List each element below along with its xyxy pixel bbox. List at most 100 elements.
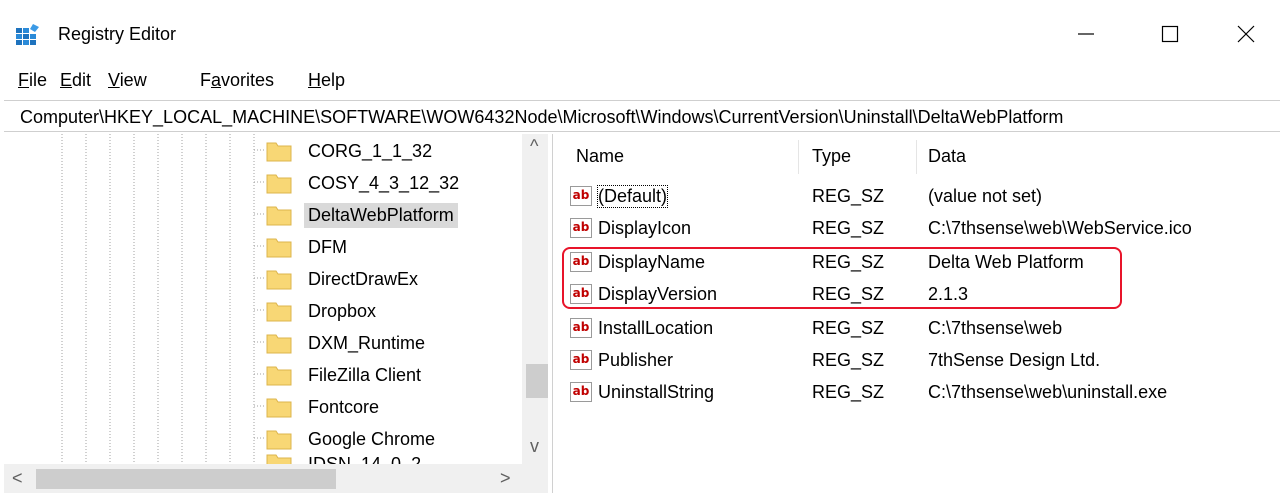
menu-edit-accel: E <box>60 70 73 90</box>
tree-item-label: COSY_4_3_12_32 <box>308 172 460 193</box>
value-row[interactable]: ab DisplayIcon REG_SZ C:\7thsense\web\We… <box>560 214 1284 244</box>
tree-item[interactable]: Google Chrome <box>266 424 439 454</box>
menu-bar: File Edit View Favorites Help <box>0 64 1284 98</box>
menu-help-accel: H <box>308 70 321 90</box>
menu-help-label: elp <box>321 70 346 90</box>
folder-icon <box>266 270 292 290</box>
tree-item[interactable]: FileZilla Client <box>266 360 425 390</box>
column-divider[interactable] <box>798 140 799 174</box>
value-name: UninstallString <box>598 382 715 402</box>
string-value-icon: ab <box>570 218 592 238</box>
tree-item-label: Google Chrome <box>308 428 436 449</box>
value-data: C:\7thsense\web\uninstall.exe <box>928 382 1168 402</box>
tree-item-label: FileZilla Client <box>308 364 422 385</box>
scroll-right-icon[interactable]: > <box>500 468 511 489</box>
string-value-icon: ab <box>570 318 592 338</box>
address-bar[interactable]: Computer\HKEY_LOCAL_MACHINE\SOFTWARE\WOW… <box>4 100 1280 132</box>
menu-help[interactable]: Help <box>308 70 345 91</box>
value-data: C:\7thsense\web\WebService.ico <box>928 218 1192 238</box>
string-value-icon: ab <box>570 350 592 370</box>
value-data: (value not set) <box>928 186 1043 206</box>
scroll-down-icon[interactable]: v <box>530 436 539 457</box>
value-name: InstallLocation <box>598 318 714 338</box>
scroll-left-icon[interactable]: < <box>12 468 23 489</box>
folder-icon <box>266 302 292 322</box>
tree-item[interactable]: CORG_1_1_32 <box>266 136 436 166</box>
scroll-thumb[interactable] <box>526 364 548 398</box>
scroll-up-icon[interactable]: ^ <box>530 136 538 157</box>
folder-icon <box>266 142 292 162</box>
folder-icon <box>266 206 292 226</box>
value-name: Publisher <box>598 350 674 370</box>
tree-item-label: DXM_Runtime <box>308 332 426 353</box>
close-icon <box>1237 25 1255 43</box>
tree-item-label: DirectDrawEx <box>308 268 419 289</box>
menu-favorites-pre: F <box>200 70 211 90</box>
tree-item-selected[interactable]: DeltaWebPlatform <box>266 200 458 230</box>
menu-view-label: iew <box>119 70 147 90</box>
window-title: Registry Editor <box>58 24 177 44</box>
registry-editor-window: Registry Editor File Edit View Favorites… <box>0 0 1284 493</box>
column-header-data[interactable]: Data <box>928 146 966 167</box>
folder-icon <box>266 334 292 354</box>
menu-favorites-accel: a <box>211 70 222 90</box>
value-type: REG_SZ <box>812 350 885 370</box>
value-name: (Default) <box>596 185 669 208</box>
maximize-button[interactable] <box>1142 8 1198 60</box>
value-row[interactable]: ab Publisher REG_SZ 7thSense Design Ltd. <box>560 346 1284 376</box>
string-value-icon: ab <box>570 186 592 206</box>
minimize-button[interactable] <box>1058 8 1114 60</box>
tree-item[interactable]: Fontcore <box>266 392 383 422</box>
tree-item-label: Fontcore <box>308 396 380 417</box>
menu-edit[interactable]: Edit <box>60 70 91 91</box>
menu-view[interactable]: View <box>108 70 147 91</box>
value-type: REG_SZ <box>812 318 885 338</box>
menu-file-label: ile <box>29 70 48 90</box>
key-tree-pane[interactable]: CORG_1_1_32 COSY_4_3_12_32 DeltaWebPlatf… <box>4 134 548 493</box>
tree-item-label: DeltaWebPlatform <box>304 202 458 228</box>
string-value-icon: ab <box>570 382 592 402</box>
column-header-name[interactable]: Name <box>576 146 624 167</box>
value-type: REG_SZ <box>812 382 885 402</box>
address-path[interactable]: Computer\HKEY_LOCAL_MACHINE\SOFTWARE\WOW… <box>20 107 1063 128</box>
folder-icon <box>266 238 292 258</box>
menu-favorites-label: vorites <box>221 70 275 90</box>
value-name: DisplayIcon <box>598 218 692 238</box>
close-button[interactable] <box>1218 8 1274 60</box>
menu-view-accel: V <box>108 70 120 90</box>
tree-item-label: DFM <box>308 236 347 257</box>
folder-icon <box>266 366 292 386</box>
tree-guide-lines <box>61 134 264 464</box>
folder-icon <box>266 174 292 194</box>
tree-item[interactable]: DXM_Runtime <box>266 328 429 358</box>
value-row[interactable]: ab InstallLocation REG_SZ C:\7thsense\we… <box>560 314 1284 344</box>
tree-item-label: CORG_1_1_32 <box>308 140 433 161</box>
value-data: C:\7thsense\web <box>928 318 1063 338</box>
value-data: 7thSense Design Ltd. <box>928 350 1101 370</box>
minimize-icon <box>1078 33 1094 35</box>
tree-item[interactable]: Dropbox <box>266 296 380 326</box>
tree-item[interactable]: DFM <box>266 232 351 262</box>
menu-file-accel: F <box>18 70 29 90</box>
tree-horizontal-scrollbar[interactable]: < > <box>4 464 522 493</box>
scroll-corner <box>522 464 548 493</box>
tree-item[interactable]: COSY_4_3_12_32 <box>266 168 463 198</box>
scroll-thumb[interactable] <box>36 469 336 489</box>
menu-edit-label: dit <box>72 70 92 90</box>
title-bar[interactable]: Registry Editor <box>0 0 1284 64</box>
maximize-icon <box>1161 25 1179 43</box>
column-divider[interactable] <box>916 140 917 174</box>
highlight-box <box>562 247 1122 309</box>
value-type: REG_SZ <box>812 186 885 206</box>
tree-vertical-scrollbar[interactable]: ^ v <box>522 134 548 464</box>
value-row[interactable]: ab (Default) REG_SZ (value not set) <box>560 182 1284 212</box>
values-pane[interactable]: Name Type Data ab (Default) REG_SZ (valu… <box>560 134 1284 493</box>
registry-editor-icon <box>16 24 39 45</box>
menu-file[interactable]: File <box>18 70 47 91</box>
folder-icon <box>266 398 292 418</box>
column-header-type[interactable]: Type <box>812 146 851 167</box>
tree-item[interactable]: DirectDrawEx <box>266 264 422 294</box>
value-row[interactable]: ab UninstallString REG_SZ C:\7thsense\we… <box>560 378 1284 408</box>
folder-icon <box>266 430 292 450</box>
menu-favorites[interactable]: Favorites <box>200 70 274 91</box>
